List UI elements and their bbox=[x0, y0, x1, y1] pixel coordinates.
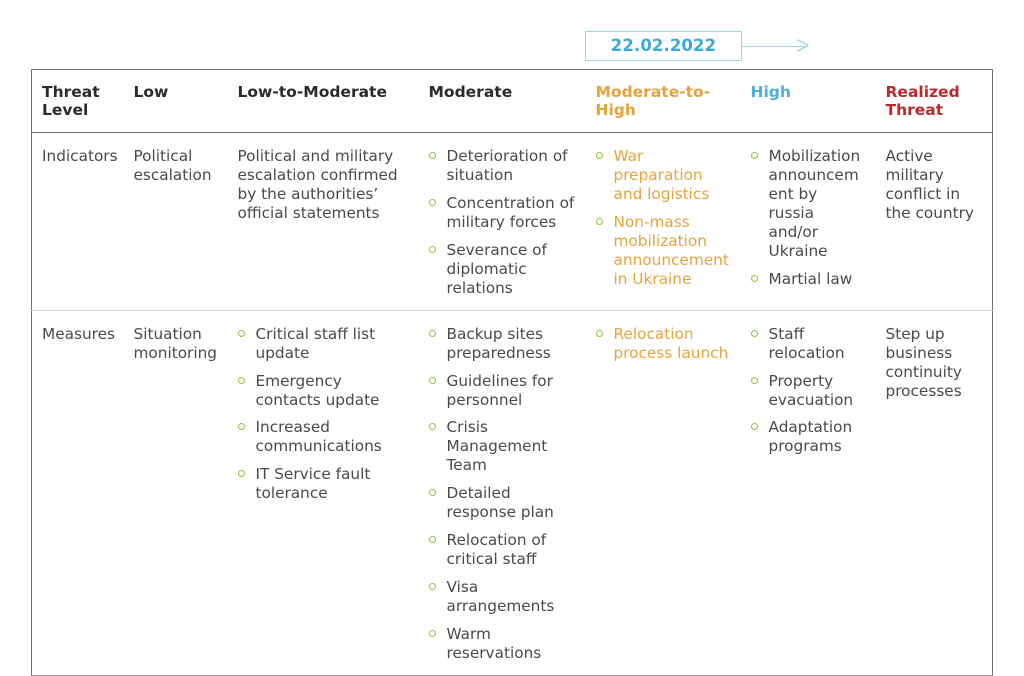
row-label-indicators: Indicators bbox=[31, 132, 124, 311]
list-item: Critical staff list update bbox=[237, 325, 410, 363]
header-moderate-to-high-label: Moderate-to-High bbox=[595, 83, 711, 120]
bullet-ring-icon bbox=[750, 152, 758, 159]
list-item: Severance of diplomatic relations bbox=[428, 241, 577, 298]
header-cell-moderate-to-high: Moderate-to-High bbox=[585, 69, 741, 133]
list-item: Crisis Management Team bbox=[428, 418, 577, 475]
bullet-ring-icon bbox=[428, 329, 436, 337]
bullet-ring-icon bbox=[595, 152, 603, 159]
bullet-list: Relocation process launch bbox=[595, 325, 732, 363]
table-row-indicators: Indicators Political escalation Politica… bbox=[31, 132, 993, 311]
list-item: Detailed response plan bbox=[428, 484, 577, 522]
header-moderate-label: Moderate bbox=[428, 83, 513, 101]
bullet-ring-icon bbox=[428, 376, 436, 384]
header-realized-threat-line2: Threat bbox=[885, 101, 944, 120]
list-item: Emergency contacts update bbox=[237, 372, 410, 410]
bullet-ring-icon bbox=[750, 329, 758, 337]
list-item: Property evacuation bbox=[750, 372, 867, 410]
timeline-arrow-line bbox=[742, 45, 805, 47]
list-item: Backup sites preparedness bbox=[428, 325, 577, 363]
list-item: Staff relocation bbox=[750, 325, 867, 363]
table-row-measures: Measures Situation monitoring Critical s… bbox=[32, 310, 993, 675]
cell-measures-low: Situation monitoring bbox=[133, 324, 218, 362]
header-cell-low: Low bbox=[123, 69, 228, 133]
list-item: Concentration of military forces bbox=[428, 194, 577, 232]
list-item: Guidelines for personnel bbox=[428, 372, 577, 410]
cell-indicators-moderate: Deterioration of situation Concentration… bbox=[418, 132, 586, 311]
bullet-list: Backup sites preparedness Guidelines for… bbox=[428, 325, 577, 663]
bullet-ring-icon bbox=[595, 217, 603, 225]
list-item: Visa arrangements bbox=[428, 578, 577, 616]
header-cell-high: High bbox=[740, 69, 876, 133]
cell-measures-realized-threat: Step up business continuity processes bbox=[885, 324, 962, 400]
threat-level-matrix: Threat Level Low Low-to-Moderate Moderat… bbox=[31, 69, 993, 676]
bullet-ring-icon bbox=[237, 329, 245, 337]
header-low-label: Low bbox=[133, 83, 169, 101]
cell-measures-low-to-moderate: Critical staff list update Emergency con… bbox=[228, 310, 419, 675]
cell-measures-moderate-to-high: Relocation process launch bbox=[586, 310, 741, 675]
header-threat-level-line2: Level bbox=[42, 101, 89, 120]
cell-indicators-low-to-moderate: Political and military escalation confir… bbox=[227, 132, 419, 311]
list-item: Martial law bbox=[750, 270, 867, 289]
bullet-ring-icon bbox=[428, 198, 436, 206]
header-high-label: High bbox=[750, 83, 791, 101]
bullet-ring-icon bbox=[750, 376, 758, 384]
header-threat-level-line1: Threat bbox=[42, 83, 100, 101]
bullet-ring-icon bbox=[428, 583, 436, 591]
bullet-ring-icon bbox=[750, 274, 758, 282]
table-header-row: Threat Level Low Low-to-Moderate Moderat… bbox=[31, 69, 993, 133]
bullet-ring-icon bbox=[750, 423, 758, 431]
cell-indicators-low: Political escalation bbox=[123, 132, 228, 311]
cell-indicators-realized-threat: Active military conflict in the country bbox=[875, 132, 993, 311]
timeline-marker: 22.02.2022 bbox=[585, 31, 825, 63]
page-root: 22.02.2022 Threat Level Low Low-to-Moder… bbox=[0, 0, 1024, 676]
cell-indicators-moderate-to-high: War preparation and logistics Non-mass m… bbox=[585, 132, 741, 311]
bullet-list: Deterioration of situation Concentration… bbox=[428, 147, 577, 298]
bullet-ring-icon bbox=[428, 536, 436, 544]
list-item: Adaptation programs bbox=[750, 418, 867, 456]
list-item: Relocation process launch bbox=[595, 325, 732, 363]
bullet-list: Critical staff list update Emergency con… bbox=[237, 325, 410, 504]
date-badge: 22.02.2022 bbox=[585, 31, 742, 61]
header-low-to-moderate-label: Low-to-Moderate bbox=[237, 83, 387, 101]
cell-indicators-high: Mobilization announcement by russia and/… bbox=[740, 132, 876, 311]
list-item: War preparation and logistics bbox=[595, 147, 732, 204]
bullet-ring-icon bbox=[428, 152, 436, 159]
arrow-right-icon bbox=[797, 39, 809, 52]
header-realized-threat-line1: Realized bbox=[885, 83, 960, 101]
list-item: Warm reservations bbox=[428, 625, 577, 663]
list-item: IT Service fault tolerance bbox=[237, 465, 410, 503]
bullet-ring-icon bbox=[237, 423, 245, 431]
date-label: 22.02.2022 bbox=[610, 35, 717, 55]
bullet-ring-icon bbox=[237, 376, 245, 384]
bullet-ring-icon bbox=[237, 470, 245, 478]
header-cell-low-to-moderate: Low-to-Moderate bbox=[227, 69, 419, 133]
bullet-ring-icon bbox=[595, 329, 603, 337]
bullet-ring-icon bbox=[428, 423, 436, 431]
list-item: Mobilization announcement by russia and/… bbox=[750, 147, 867, 261]
list-item: Relocation of critical staff bbox=[428, 531, 577, 569]
bullet-ring-icon bbox=[428, 489, 436, 497]
bullet-ring-icon bbox=[428, 630, 436, 638]
bullet-ring-icon bbox=[428, 245, 436, 253]
header-cell-moderate: Moderate bbox=[418, 69, 586, 133]
bullet-list: Staff relocation Property evacuation Ada… bbox=[750, 325, 867, 457]
header-cell-realized-threat: Realized Threat bbox=[875, 69, 993, 133]
list-item: Non-mass mobilization announcement in Uk… bbox=[595, 213, 732, 289]
row-label-measures: Measures bbox=[42, 324, 115, 343]
header-cell-threat-level: Threat Level bbox=[31, 69, 124, 133]
list-item: Deterioration of situation bbox=[428, 147, 577, 185]
bullet-list: Mobilization announcement by russia and/… bbox=[750, 147, 867, 289]
bullet-list: War preparation and logistics Non-mass m… bbox=[595, 147, 732, 289]
list-item: Increased communications bbox=[237, 418, 410, 456]
cell-measures-high: Staff relocation Property evacuation Ada… bbox=[741, 310, 876, 675]
cell-measures-moderate: Backup sites preparedness Guidelines for… bbox=[419, 310, 586, 675]
